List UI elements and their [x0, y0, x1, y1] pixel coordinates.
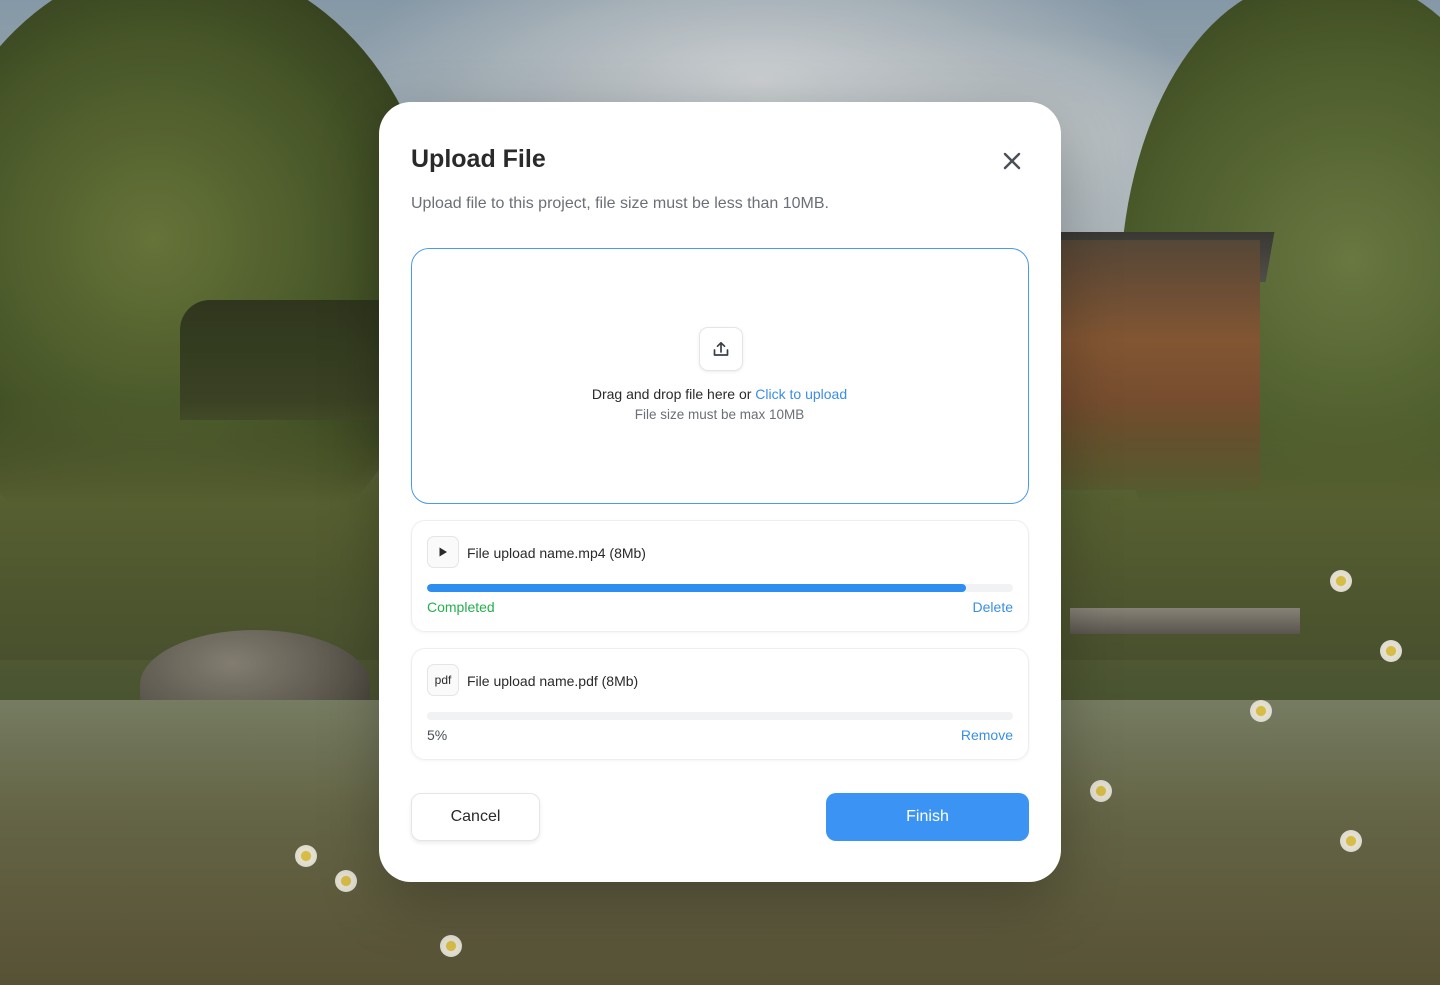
dialog-title: Upload File: [411, 145, 546, 173]
close-button[interactable]: [997, 146, 1027, 176]
upload-icon: [713, 341, 729, 356]
file-name: File upload name.pdf (8Mb): [467, 673, 639, 689]
upload-progress-bar: [427, 584, 1013, 592]
upload-icon-box: [699, 327, 743, 371]
file-item-pdf: pdf File upload name.pdf (8Mb) 5% Remove: [411, 648, 1029, 760]
file-item-mp4: File upload name.mp4 (8Mb) Completed Del…: [411, 520, 1029, 632]
click-to-upload-link[interactable]: Click to upload: [755, 386, 847, 402]
delete-file-link[interactable]: Delete: [973, 599, 1013, 615]
upload-progress-bar: [427, 712, 1013, 720]
file-name: File upload name.mp4 (8Mb): [467, 545, 646, 561]
dropzone-hint: File size must be max 10MB: [634, 407, 805, 422]
upload-progress-fill: [427, 712, 457, 720]
dropzone-prompt: Drag and drop file here or Click to uplo…: [412, 386, 1027, 402]
file-dropzone[interactable]: Drag and drop file here or Click to uplo…: [411, 248, 1029, 504]
upload-status: 5%: [427, 727, 448, 743]
upload-file-dialog: Upload File Upload file to this project,…: [379, 102, 1061, 882]
close-icon: [1003, 152, 1021, 170]
finish-button[interactable]: Finish: [826, 793, 1029, 841]
dialog-subtitle: Upload file to this project, file size m…: [411, 195, 829, 212]
remove-file-link[interactable]: Remove: [961, 727, 1013, 743]
pdf-file-icon: pdf: [427, 664, 459, 696]
play-icon: [439, 547, 447, 557]
upload-progress-fill: [427, 584, 967, 592]
dropzone-prompt-text: Drag and drop file here or: [591, 386, 756, 402]
file-type-badge: [427, 536, 459, 568]
upload-status: Completed: [427, 599, 495, 615]
cancel-button[interactable]: Cancel: [411, 793, 540, 841]
